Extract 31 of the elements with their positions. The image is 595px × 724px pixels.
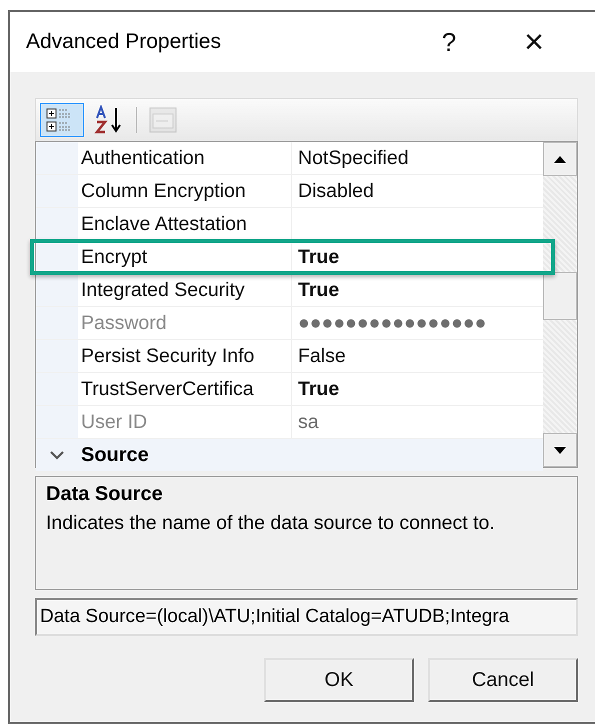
categorized-button[interactable] bbox=[40, 103, 84, 137]
property-value[interactable]: False bbox=[292, 340, 346, 372]
property-name[interactable]: Enclave Attestation bbox=[78, 208, 292, 240]
property-name[interactable]: TrustServerCertifica bbox=[78, 373, 292, 405]
chevron-icon[interactable] bbox=[49, 450, 65, 460]
scrollbar[interactable] bbox=[543, 142, 577, 467]
property-name[interactable]: Persist Security Info bbox=[78, 340, 292, 372]
property-name[interactable]: Column Encryption bbox=[78, 175, 292, 207]
property-value[interactable]: NotSpecified bbox=[292, 142, 409, 174]
property-value[interactable]: True bbox=[292, 373, 340, 405]
window-title: Advanced Properties bbox=[26, 30, 222, 54]
category-name[interactable]: Source bbox=[78, 439, 149, 471]
property-value[interactable]: True bbox=[292, 241, 340, 273]
scroll-down-button[interactable] bbox=[543, 433, 577, 467]
help-button[interactable]: ? bbox=[419, 26, 479, 58]
description-text: Indicates the name of the data source to connect to. bbox=[46, 512, 496, 535]
cancel-button[interactable]: Cancel bbox=[428, 658, 578, 702]
property-value[interactable]: True bbox=[292, 274, 340, 306]
scroll-thumb[interactable] bbox=[543, 272, 577, 320]
property-name[interactable]: Integrated Security bbox=[78, 274, 292, 306]
property-value[interactable]: Disabled bbox=[292, 175, 374, 207]
down-arrow-icon bbox=[554, 446, 566, 454]
close-button[interactable]: × bbox=[509, 22, 559, 62]
description-title: Data Source bbox=[46, 483, 164, 506]
connection-string-field[interactable]: Data Source=(local)\ATU;Initial Catalog=ATUDB;Integra bbox=[35, 598, 578, 636]
scroll-up-button[interactable] bbox=[543, 142, 577, 176]
ok-button[interactable]: OK bbox=[264, 658, 414, 702]
property-pages-icon bbox=[148, 106, 178, 134]
property-name[interactable]: Authentication bbox=[78, 142, 292, 174]
up-arrow-icon bbox=[554, 156, 566, 162]
property-name[interactable]: Encrypt bbox=[78, 241, 292, 273]
